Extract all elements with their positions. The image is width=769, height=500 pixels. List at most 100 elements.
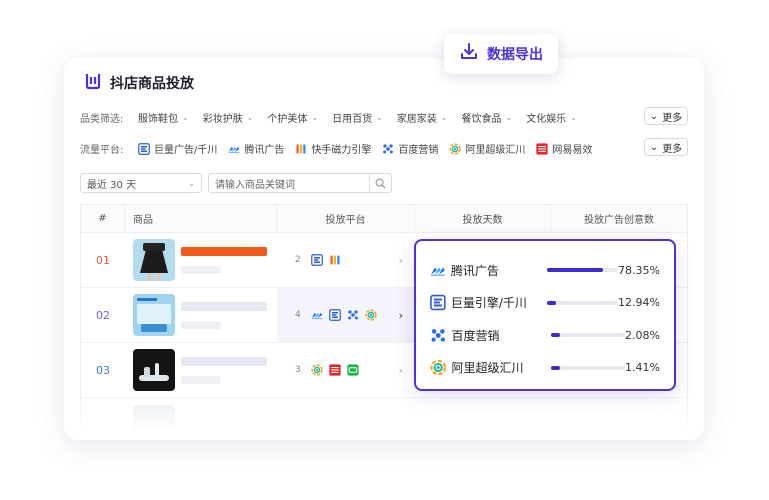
table-header: # 商品 投放平台 投放天数 投放广告创意数 [81,205,687,233]
search-icon [375,178,386,189]
popup-row: 阿里超级汇川 1.41% [430,352,660,385]
popup-row: 巨量引擎/千川 12.94% [430,287,660,320]
popup-platform-name: 腾讯广告 [450,263,499,278]
tencent-ads-icon [311,309,323,321]
column-header-creatives: 投放广告创意数 [584,215,654,226]
category-item[interactable]: 餐饮食品 ⌄ [462,110,513,125]
popup-platform-name: 巨量引擎/千川 [450,296,527,311]
bottom-fade [64,390,704,440]
category-more-button[interactable]: ⌄ 更多 [644,107,688,125]
category-item[interactable]: 服饰鞋包 ⌄ [138,110,189,125]
ali-huichuan-icon [449,143,461,155]
column-header-platform: 投放平台 [277,205,415,232]
chevron-down-icon: ⌄ [246,113,254,122]
ali-huichuan-icon [311,364,323,376]
column-header-days: 投放天数 [415,205,551,232]
product-subtitle-bar [181,320,221,329]
platform-count: 3 [295,365,301,375]
chevron-down-icon: ⌄ [649,141,659,153]
popup-row: 百度营销 2.08% [430,319,660,352]
product-title-bar [181,301,267,311]
product-thumbnail [133,239,175,281]
baidu-icon [382,143,394,155]
platform-cell[interactable]: 3 › [277,343,415,397]
download-icon [459,42,479,66]
share-bar [547,300,619,305]
category-item[interactable]: 家居家装 ⌄ [397,110,448,125]
chevron-down-icon: ⌄ [505,113,513,122]
platform-cell[interactable]: 4 › [277,288,415,342]
share-bar-fill [551,365,561,370]
chevron-right-icon: › [398,308,403,322]
tencent-ads-icon [430,262,446,279]
column-header-index: # [81,205,125,232]
share-bar [547,268,619,273]
product-thumbnail [133,294,175,336]
row-index: 03 [96,363,110,377]
search-input[interactable]: 请输入商品关键词 [208,173,370,193]
platform-cell[interactable]: 2 › [277,233,415,287]
tencent-ads-icon [228,143,240,155]
product-thumbnail [133,349,175,391]
product-title-bar [181,356,267,366]
category-filter-row: 品类筛选: 服饰鞋包 ⌄ 彩妆护肤 ⌄ 个护美体 ⌄ 日用百货 ⌄ 家居家装 ⌄ 餐饮食品… [80,107,688,125]
search-box: 请输入商品关键词 [208,173,392,193]
category-filter-label: 品类筛选: [80,114,124,125]
ali-huichuan-icon [365,309,377,321]
popup-row: 腾讯广告 78.35% [430,254,660,287]
product-cell [125,233,277,287]
kuaishou-icon [295,143,307,155]
popup-platform-name: 百度营销 [451,328,500,343]
share-percent: 12.94% [618,296,660,310]
page-title: 抖店商品投放 [110,76,194,92]
platform-item-tencent[interactable]: 腾讯广告 [228,141,284,156]
chevron-right-icon: › [398,253,403,267]
column-header-product: 商品 [125,205,277,232]
date-range-value: 最近 30 天 [87,179,137,191]
row-index: 01 [96,253,110,267]
platform-item-kuaishou[interactable]: 快手磁力引擎 [295,141,371,156]
platform-item-netease[interactable]: 网易易效 [536,141,592,156]
category-item[interactable]: 文化娱乐 ⌄ [526,110,577,125]
panel-header: 抖店商品投放 [84,72,194,94]
share-percent: 2.08% [625,328,660,342]
baidu-icon [430,327,446,344]
category-item[interactable]: 个护美体 ⌄ [267,110,318,125]
share-bar-fill [547,268,603,273]
search-button[interactable] [370,173,392,193]
product-placeholder-lines [181,356,267,384]
row-index: 02 [96,308,110,322]
platform-count: 2 [295,255,301,265]
platform-item-baidu[interactable]: 百度营销 [382,141,438,156]
product-subtitle-bar [181,375,221,384]
chevron-down-icon: ⌄ [182,113,189,122]
share-bar-fill [551,333,561,338]
kuaishou-icon [329,254,341,266]
oceanengine-icon [329,309,341,321]
share-bar-fill [547,300,557,305]
platform-filter-label: 流量平台: [80,145,124,156]
product-cell [125,343,277,397]
category-item[interactable]: 彩妆护肤 ⌄ [203,110,254,125]
platform-more-button[interactable]: ⌄ 更多 [644,138,688,156]
share-percent: 78.35% [618,263,660,277]
platform-count: 4 [295,310,301,320]
popup-platform-name: 阿里超级汇川 [451,361,524,376]
date-range-select[interactable]: 最近 30 天 ⌄ [80,173,202,193]
chevron-down-icon: ⌄ [376,113,383,122]
product-subtitle-bar [181,265,221,274]
oceanengine-icon [138,143,150,155]
oceanengine-icon [430,294,446,311]
netease-icon [329,364,341,376]
chevron-down-icon: ⌄ [570,113,577,122]
product-cell [125,288,277,342]
category-item[interactable]: 日用百货 ⌄ [332,110,383,125]
share-bar [551,333,626,338]
chevron-down-icon: ⌄ [188,178,195,188]
platform-item-ali[interactable]: 阿里超级汇川 [449,141,525,156]
platform-item-oceanengine[interactable]: 巨量广告/千川 [138,141,217,156]
product-placeholder-lines [181,246,267,274]
baidu-icon [347,309,359,321]
product-title-bar [181,246,267,256]
export-data-button[interactable]: 数据导出 [444,34,558,74]
